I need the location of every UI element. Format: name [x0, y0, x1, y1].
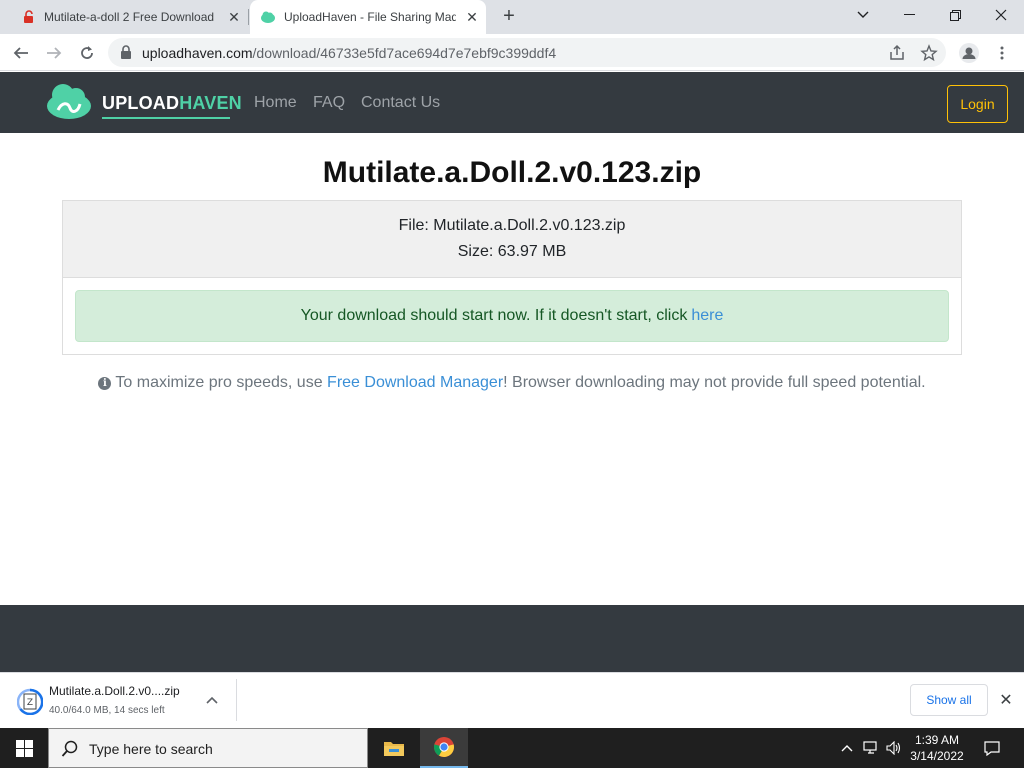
download-card: File: Mutilate.a.Doll.2.v0.123.zip Size:… [62, 200, 962, 355]
start-button[interactable] [0, 728, 48, 768]
volume-control[interactable] [884, 728, 904, 768]
chrome-icon [433, 737, 455, 758]
site-navbar: UPLOADHAVEN Home FAQ Contact Us [0, 72, 1024, 133]
menu-button[interactable] [989, 40, 1015, 66]
manual-download-link[interactable]: here [691, 307, 723, 325]
lock-icon[interactable] [120, 45, 132, 59]
speaker-icon [886, 741, 901, 755]
reload-button[interactable] [74, 40, 100, 66]
info-icon: i [98, 377, 112, 390]
site-footer [0, 605, 1024, 672]
nav-home[interactable]: Home [254, 94, 297, 112]
url-path: /download/46733e5fd7ace694d7e7ebf9c399dd… [252, 45, 557, 61]
action-center-button[interactable] [980, 728, 1004, 768]
arrow-left-icon [13, 47, 28, 59]
close-icon[interactable]: ✕ [464, 9, 480, 25]
profile-button[interactable] [956, 40, 982, 66]
back-button[interactable] [8, 40, 34, 66]
tip-text-after: ! Browser downloading may not provide fu… [503, 374, 926, 391]
download-filename[interactable]: Mutilate.a.Doll.2.v0....zip [49, 684, 180, 698]
share-icon[interactable] [888, 44, 906, 62]
file-size-line: Size: 63.97 MB [457, 243, 567, 260]
forward-button[interactable] [41, 40, 67, 66]
logo-upload: UPLOAD [102, 93, 180, 113]
search-icon [61, 740, 78, 757]
new-tab-button[interactable]: + [498, 6, 520, 28]
page-title: Mutilate.a.Doll.2.v0.123.zip [322, 156, 702, 189]
url-host: uploadhaven.com [142, 45, 253, 61]
network-icon [863, 741, 877, 754]
show-all-button[interactable]: Show all [910, 684, 988, 716]
file-info-header: File: Mutilate.a.Doll.2.v0.123.zip Size:… [63, 201, 961, 278]
close-icon[interactable]: ✕ [226, 9, 242, 25]
star-icon[interactable] [920, 44, 938, 62]
chevron-down-icon [857, 11, 869, 18]
download-started-alert: Your download should start now. If it do… [75, 290, 949, 342]
arrow-right-icon [47, 47, 62, 59]
logo-haven: HAVEN [179, 93, 242, 113]
network-status[interactable] [860, 728, 882, 768]
nav-contact-us[interactable]: Contact Us [361, 94, 440, 112]
cloud-logo-icon [47, 84, 91, 119]
download-shelf: Z Mutilate.a.Doll.2.v0....zip 40.0/64.0 … [0, 672, 1024, 728]
taskbar-chrome[interactable] [420, 728, 468, 768]
fdm-link[interactable]: Free Download Manager [327, 374, 503, 391]
search-placeholder: Type here to search [89, 741, 213, 757]
windows-logo-icon [15, 739, 33, 757]
tab-mutilate-download[interactable]: Mutilate-a-doll 2 Free Download ✕ [8, 0, 248, 34]
url-text: uploadhaven.com/download/46733e5fd7ace69… [142, 45, 556, 61]
minimize-icon [903, 14, 915, 15]
svg-text:Z: Z [27, 698, 33, 708]
site-logo[interactable]: UPLOADHAVEN [44, 80, 242, 124]
logo-underline [102, 117, 230, 119]
avatar-icon [959, 43, 979, 63]
taskbar-clock[interactable]: 1:39 AM 3/14/2022 [902, 732, 972, 764]
browser-toolbar: uploadhaven.com/download/46733e5fd7ace69… [0, 34, 1024, 71]
tab-title: UploadHaven - File Sharing Mad [284, 10, 456, 24]
taskbar-search[interactable]: Type here to search [48, 728, 368, 768]
tab-search-button[interactable] [840, 0, 886, 30]
red-lock-icon [24, 10, 33, 23]
chevron-up-icon[interactable] [204, 693, 220, 709]
restore-button[interactable] [932, 0, 978, 30]
show-hidden-icons[interactable] [838, 728, 856, 768]
nav-faq[interactable]: FAQ [313, 94, 345, 112]
reload-icon [81, 46, 93, 59]
tab-uploadhaven[interactable]: UploadHaven - File Sharing Mad ✕ [250, 0, 486, 34]
taskbar-file-explorer[interactable] [370, 728, 418, 768]
clock-date: 3/14/2022 [910, 749, 964, 763]
archive-file-icon: Z [17, 688, 43, 715]
divider [236, 679, 237, 721]
close-window-button[interactable] [978, 0, 1024, 30]
address-bar[interactable]: uploadhaven.com/download/46733e5fd7ace69… [108, 38, 946, 67]
file-name-line: File: Mutilate.a.Doll.2.v0.123.zip [398, 217, 626, 234]
close-icon[interactable]: ✕ [996, 691, 1016, 711]
notification-icon [984, 740, 1000, 756]
download-status: 40.0/64.0 MB, 14 secs left [49, 705, 165, 716]
minimize-button[interactable] [886, 0, 932, 30]
alert-text: Your download should start now. If it do… [300, 307, 688, 324]
uploadhaven-icon [261, 11, 275, 23]
speed-tip: i To maximize pro speeds, use Free Downlo… [0, 374, 1024, 392]
clock-time: 1:39 AM [914, 733, 960, 747]
browser-tabstrip: Mutilate-a-doll 2 Free Download ✕ Upload… [0, 0, 1024, 34]
tab-title: Mutilate-a-doll 2 Free Download [44, 10, 215, 24]
close-icon [995, 9, 1007, 21]
kebab-menu-icon [1000, 46, 1004, 60]
tab-separator [248, 9, 249, 25]
windows-taskbar: Type here to search 1:39 AM 3/14/2022 [0, 728, 1024, 768]
login-button[interactable]: Login [947, 85, 1008, 123]
chevron-up-icon [841, 745, 853, 752]
folder-icon [384, 742, 404, 756]
tip-text-before: To maximize pro speeds, use [115, 374, 328, 391]
logo-text: UPLOADHAVEN [102, 93, 242, 114]
restore-icon [949, 9, 961, 21]
